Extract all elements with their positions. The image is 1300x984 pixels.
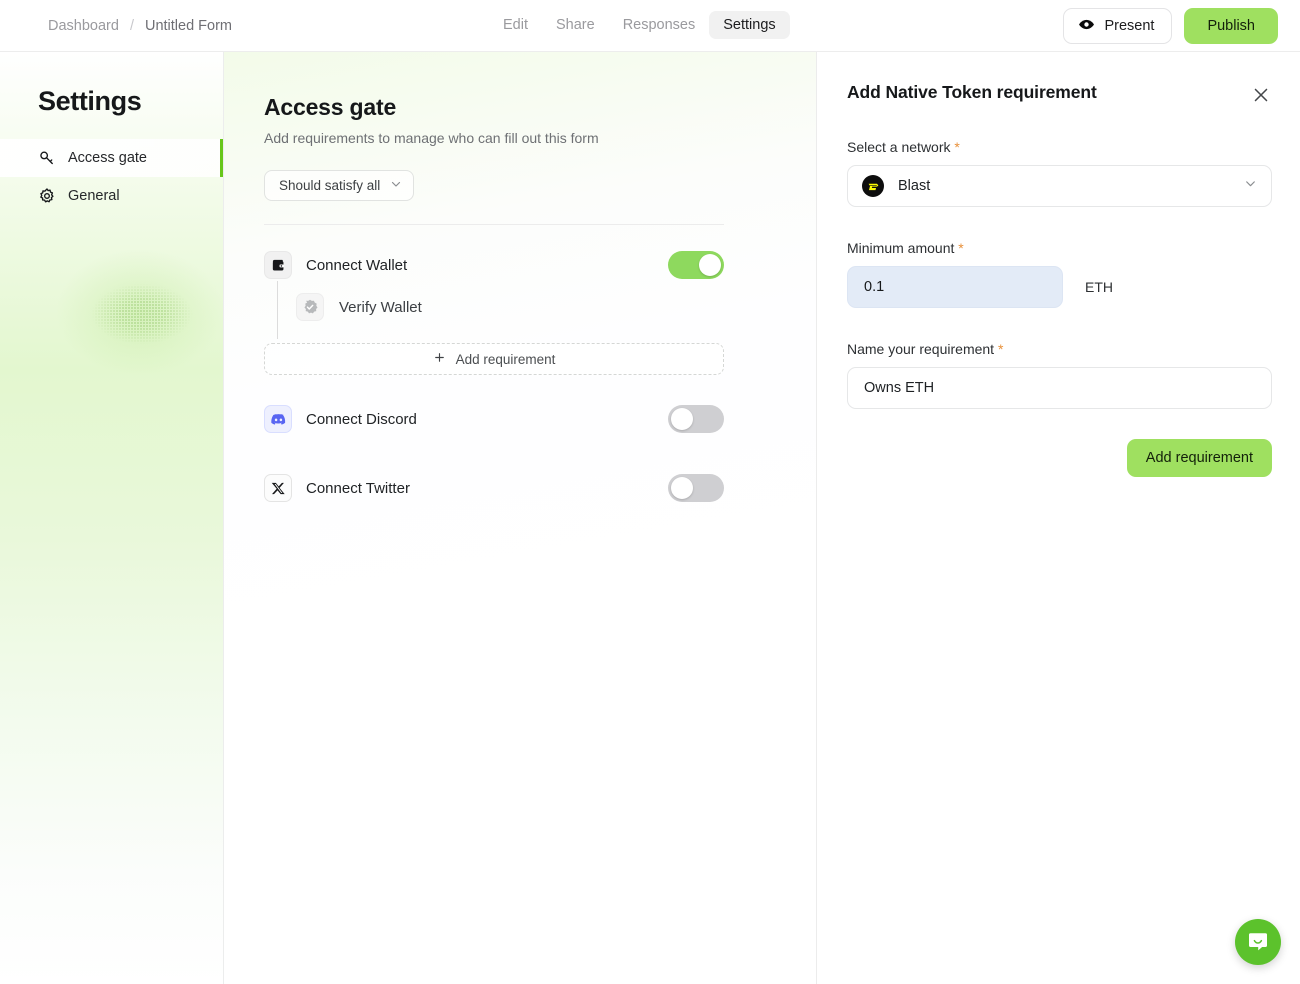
requirement-name-input[interactable] [847, 367, 1272, 409]
amount-field-label: Minimum amount * [847, 240, 1272, 256]
toggle-connect-wallet[interactable] [668, 251, 724, 279]
breadcrumb-dashboard[interactable]: Dashboard [48, 18, 119, 34]
requirement-label-connect-wallet: Connect Wallet [306, 256, 408, 274]
panel-actions: Add requirement [847, 439, 1272, 477]
present-button-label: Present [1104, 18, 1155, 34]
check-badge-icon [296, 293, 324, 321]
access-gate-main: Access gate Add requirements to manage w… [224, 52, 817, 984]
add-requirement-label: Add requirement [455, 351, 556, 367]
chat-bubble-icon[interactable] [1235, 919, 1281, 965]
toggle-knob [671, 408, 693, 430]
requirement-label-connect-discord: Connect Discord [306, 410, 417, 428]
sub-requirement-verify-wallet: Verify Wallet [264, 281, 724, 339]
amount-label-text: Minimum amount [847, 240, 955, 256]
page-title: Access gate [264, 94, 397, 120]
blast-icon [862, 175, 884, 197]
requirement-label-connect-twitter: Connect Twitter [306, 479, 410, 497]
section-divider [264, 224, 724, 225]
requirement-row-connect-discord: Connect Discord [264, 405, 724, 433]
required-marker: * [997, 341, 1004, 357]
amount-unit-label: ETH [1085, 279, 1113, 295]
tab-share[interactable]: Share [542, 11, 609, 39]
requirement-row-connect-twitter: Connect Twitter [264, 474, 724, 502]
close-icon[interactable] [1250, 84, 1272, 106]
nav-tabs: Edit Share Responses Settings [489, 11, 790, 39]
gear-icon [38, 187, 56, 205]
tab-responses[interactable]: Responses [609, 11, 710, 39]
required-marker: * [954, 139, 960, 155]
toggle-knob [671, 477, 693, 499]
plus-icon [433, 351, 446, 367]
satisfy-mode-select[interactable]: Should satisfy all [264, 170, 415, 201]
present-button[interactable]: Present [1063, 8, 1173, 44]
network-selected-value: Blast [898, 178, 931, 194]
tab-settings[interactable]: Settings [709, 11, 790, 39]
requirement-row-connect-wallet: Connect Wallet [264, 251, 724, 279]
satisfy-mode-value: Should satisfy all [279, 178, 381, 193]
name-field-label: Name your requirement * [847, 341, 1272, 357]
sidebar-title: Settings [38, 86, 142, 116]
wallet-icon [264, 251, 292, 279]
panel-title: Add Native Token requirement [847, 82, 1097, 102]
minimum-amount-input[interactable] [847, 266, 1063, 308]
key-icon [38, 149, 56, 167]
add-requirement-button[interactable]: Add requirement [264, 343, 724, 375]
network-label-text: Select a network [847, 139, 951, 155]
sidebar-decorative-texture [62, 274, 222, 369]
discord-icon [264, 405, 292, 433]
settings-sidebar: Settings Access gate General [0, 52, 224, 984]
name-label-text: Name your requirement [847, 341, 995, 357]
network-select[interactable]: Blast [847, 165, 1272, 207]
add-requirement-panel: Add Native Token requirement Select a ne… [817, 52, 1300, 984]
required-marker: * [958, 240, 964, 256]
chevron-down-icon [1244, 177, 1257, 195]
eye-icon [1078, 16, 1095, 37]
twitter-x-icon [264, 474, 292, 502]
breadcrumb-separator: / [129, 17, 134, 34]
breadcrumb: Dashboard / Untitled Form [48, 18, 232, 34]
chevron-down-icon [390, 178, 402, 193]
toggle-knob [699, 254, 721, 276]
toggle-connect-discord[interactable] [668, 405, 724, 433]
publish-button[interactable]: Publish [1184, 8, 1278, 44]
sub-requirement-label-verify-wallet: Verify Wallet [339, 298, 422, 316]
submit-add-requirement-button[interactable]: Add requirement [1126, 439, 1272, 477]
toggle-connect-twitter[interactable] [668, 474, 724, 502]
sidebar-item-label-access-gate: Access gate [68, 150, 147, 166]
top-bar-actions: Present Publish [1063, 8, 1278, 44]
amount-field-row: ETH [847, 266, 1272, 308]
breadcrumb-form-name[interactable]: Untitled Form [145, 18, 232, 34]
sidebar-item-label-general: General [68, 188, 120, 204]
top-bar: Dashboard / Untitled Form Edit Share Res… [0, 0, 1300, 52]
network-field-label: Select a network * [847, 139, 1272, 155]
tab-edit[interactable]: Edit [489, 11, 542, 39]
sidebar-item-access-gate[interactable]: Access gate [0, 139, 223, 177]
page-subtitle: Add requirements to manage who can fill … [264, 130, 599, 146]
sidebar-item-general[interactable]: General [0, 177, 223, 215]
panel-header: Add Native Token requirement [847, 82, 1272, 106]
